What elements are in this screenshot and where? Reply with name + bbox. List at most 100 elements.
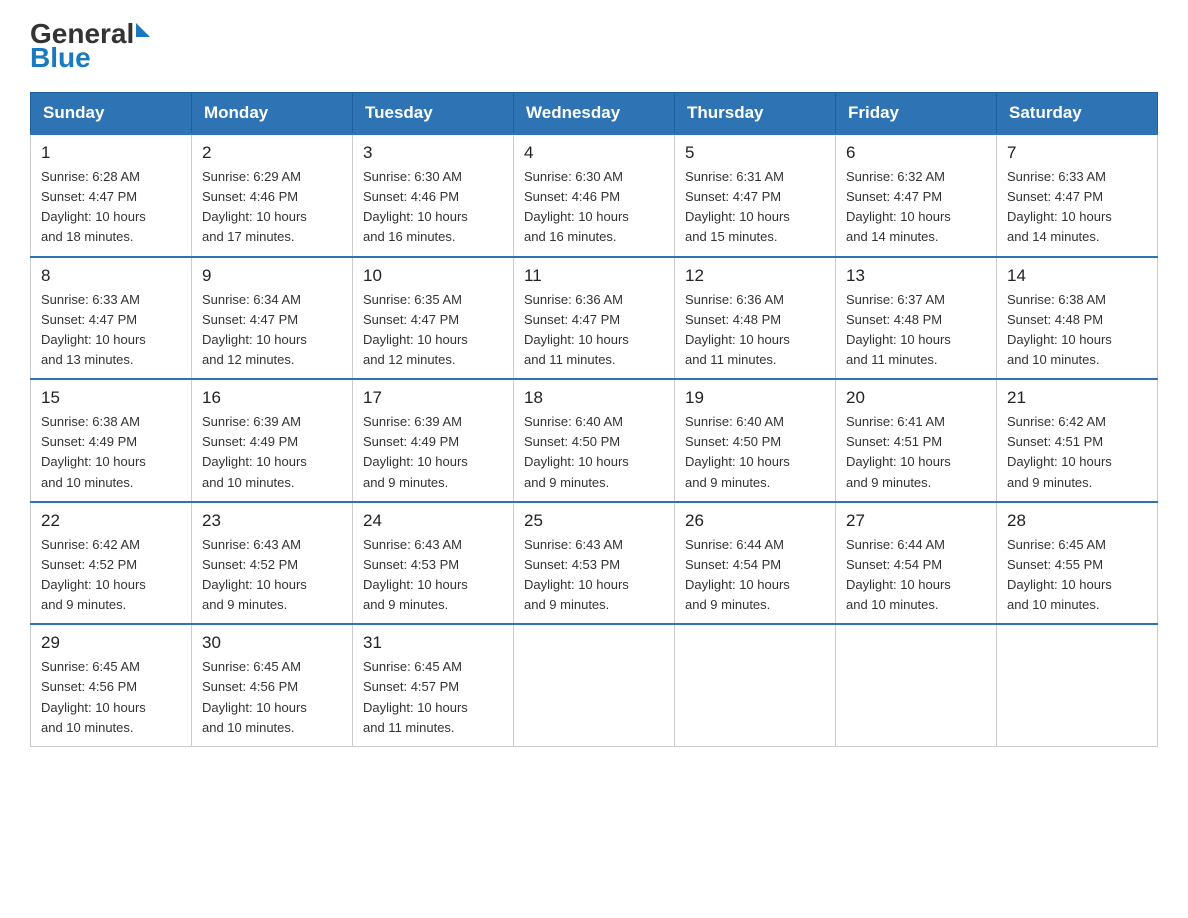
day-info: Sunrise: 6:32 AMSunset: 4:47 PMDaylight:… bbox=[846, 167, 986, 248]
table-row: 16 Sunrise: 6:39 AMSunset: 4:49 PMDayligh… bbox=[192, 379, 353, 502]
logo: General Blue bbox=[30, 20, 150, 72]
col-sunday: Sunday bbox=[31, 93, 192, 135]
calendar-week-row: 29 Sunrise: 6:45 AMSunset: 4:56 PMDayligh… bbox=[31, 624, 1158, 746]
table-row: 19Sunrise: 6:40 AMSunset: 4:50 PMDayligh… bbox=[675, 379, 836, 502]
day-number: 11 bbox=[524, 266, 664, 286]
day-info: Sunrise: 6:39 AMSunset: 4:49 PMDaylight:… bbox=[363, 412, 503, 493]
day-number: 31 bbox=[363, 633, 503, 653]
day-info: Sunrise: 6:33 AMSunset: 4:47 PMDaylight:… bbox=[1007, 167, 1147, 248]
day-info: Sunrise: 6:44 AMSunset: 4:54 PMDaylight:… bbox=[846, 535, 986, 616]
day-number: 12 bbox=[685, 266, 825, 286]
day-info: Sunrise: 6:41 AMSunset: 4:51 PMDaylight:… bbox=[846, 412, 986, 493]
table-row: 15Sunrise: 6:38 AMSunset: 4:49 PMDayligh… bbox=[31, 379, 192, 502]
calendar-header-row: Sunday Monday Tuesday Wednesday Thursday… bbox=[31, 93, 1158, 135]
table-row: 2Sunrise: 6:29 AMSunset: 4:46 PMDaylight… bbox=[192, 134, 353, 257]
day-number: 30 bbox=[202, 633, 342, 653]
calendar-week-row: 22 Sunrise: 6:42 AMSunset: 4:52 PMDayligh… bbox=[31, 502, 1158, 625]
table-row: 8Sunrise: 6:33 AMSunset: 4:47 PMDaylight… bbox=[31, 257, 192, 380]
day-number: 26 bbox=[685, 511, 825, 531]
day-info: Sunrise: 6:28 AMSunset: 4:47 PMDaylight:… bbox=[41, 167, 181, 248]
col-monday: Monday bbox=[192, 93, 353, 135]
day-info: Sunrise: 6:42 AMSunset: 4:51 PMDaylight:… bbox=[1007, 412, 1147, 493]
day-number: 29 bbox=[41, 633, 181, 653]
day-number: 4 bbox=[524, 143, 664, 163]
day-number: 7 bbox=[1007, 143, 1147, 163]
day-number: 25 bbox=[524, 511, 664, 531]
table-row: 27 Sunrise: 6:44 AMSunset: 4:54 PMDayligh… bbox=[836, 502, 997, 625]
day-info: Sunrise: 6:40 AMSunset: 4:50 PMDaylight:… bbox=[685, 412, 825, 493]
day-info: Sunrise: 6:36 AMSunset: 4:48 PMDaylight:… bbox=[685, 290, 825, 371]
day-info: Sunrise: 6:43 AMSunset: 4:53 PMDaylight:… bbox=[363, 535, 503, 616]
day-info: Sunrise: 6:39 AMSunset: 4:49 PMDaylight:… bbox=[202, 412, 342, 493]
table-row: 14Sunrise: 6:38 AMSunset: 4:48 PMDayligh… bbox=[997, 257, 1158, 380]
table-row: 24 Sunrise: 6:43 AMSunset: 4:53 PMDayligh… bbox=[353, 502, 514, 625]
table-row: 21 Sunrise: 6:42 AMSunset: 4:51 PMDayligh… bbox=[997, 379, 1158, 502]
table-row: 31 Sunrise: 6:45 AMSunset: 4:57 PMDayligh… bbox=[353, 624, 514, 746]
logo-text-blue: Blue bbox=[30, 44, 91, 72]
table-row: 6 Sunrise: 6:32 AMSunset: 4:47 PMDaylight… bbox=[836, 134, 997, 257]
table-row: 25 Sunrise: 6:43 AMSunset: 4:53 PMDayligh… bbox=[514, 502, 675, 625]
table-row: 12 Sunrise: 6:36 AMSunset: 4:48 PMDayligh… bbox=[675, 257, 836, 380]
day-info: Sunrise: 6:35 AMSunset: 4:47 PMDaylight:… bbox=[363, 290, 503, 371]
day-number: 13 bbox=[846, 266, 986, 286]
logo-arrow-icon bbox=[136, 23, 150, 37]
day-info: Sunrise: 6:44 AMSunset: 4:54 PMDaylight:… bbox=[685, 535, 825, 616]
day-number: 10 bbox=[363, 266, 503, 286]
col-saturday: Saturday bbox=[997, 93, 1158, 135]
day-info: Sunrise: 6:45 AMSunset: 4:56 PMDaylight:… bbox=[41, 657, 181, 738]
day-info: Sunrise: 6:43 AMSunset: 4:52 PMDaylight:… bbox=[202, 535, 342, 616]
table-row: 5 Sunrise: 6:31 AMSunset: 4:47 PMDaylight… bbox=[675, 134, 836, 257]
table-row bbox=[997, 624, 1158, 746]
table-row: 26 Sunrise: 6:44 AMSunset: 4:54 PMDayligh… bbox=[675, 502, 836, 625]
table-row: 4 Sunrise: 6:30 AMSunset: 4:46 PMDaylight… bbox=[514, 134, 675, 257]
day-number: 23 bbox=[202, 511, 342, 531]
table-row: 23 Sunrise: 6:43 AMSunset: 4:52 PMDayligh… bbox=[192, 502, 353, 625]
day-info: Sunrise: 6:37 AMSunset: 4:48 PMDaylight:… bbox=[846, 290, 986, 371]
table-row: 1 Sunrise: 6:28 AMSunset: 4:47 PMDaylight… bbox=[31, 134, 192, 257]
table-row bbox=[836, 624, 997, 746]
table-row: 9Sunrise: 6:34 AMSunset: 4:47 PMDaylight… bbox=[192, 257, 353, 380]
day-info: Sunrise: 6:34 AMSunset: 4:47 PMDaylight:… bbox=[202, 290, 342, 371]
day-number: 6 bbox=[846, 143, 986, 163]
col-tuesday: Tuesday bbox=[353, 93, 514, 135]
table-row: 20Sunrise: 6:41 AMSunset: 4:51 PMDayligh… bbox=[836, 379, 997, 502]
day-info: Sunrise: 6:38 AMSunset: 4:49 PMDaylight:… bbox=[41, 412, 181, 493]
day-info: Sunrise: 6:31 AMSunset: 4:47 PMDaylight:… bbox=[685, 167, 825, 248]
table-row: 28Sunrise: 6:45 AMSunset: 4:55 PMDayligh… bbox=[997, 502, 1158, 625]
table-row: 10 Sunrise: 6:35 AMSunset: 4:47 PMDayligh… bbox=[353, 257, 514, 380]
table-row: 22 Sunrise: 6:42 AMSunset: 4:52 PMDayligh… bbox=[31, 502, 192, 625]
day-info: Sunrise: 6:40 AMSunset: 4:50 PMDaylight:… bbox=[524, 412, 664, 493]
day-info: Sunrise: 6:30 AMSunset: 4:46 PMDaylight:… bbox=[524, 167, 664, 248]
day-info: Sunrise: 6:43 AMSunset: 4:53 PMDaylight:… bbox=[524, 535, 664, 616]
col-thursday: Thursday bbox=[675, 93, 836, 135]
table-row: 13 Sunrise: 6:37 AMSunset: 4:48 PMDayligh… bbox=[836, 257, 997, 380]
table-row: 18 Sunrise: 6:40 AMSunset: 4:50 PMDayligh… bbox=[514, 379, 675, 502]
day-number: 21 bbox=[1007, 388, 1147, 408]
day-info: Sunrise: 6:45 AMSunset: 4:55 PMDaylight:… bbox=[1007, 535, 1147, 616]
day-info: Sunrise: 6:36 AMSunset: 4:47 PMDaylight:… bbox=[524, 290, 664, 371]
day-info: Sunrise: 6:42 AMSunset: 4:52 PMDaylight:… bbox=[41, 535, 181, 616]
calendar-week-row: 8Sunrise: 6:33 AMSunset: 4:47 PMDaylight… bbox=[31, 257, 1158, 380]
table-row: 17 Sunrise: 6:39 AMSunset: 4:49 PMDayligh… bbox=[353, 379, 514, 502]
day-number: 18 bbox=[524, 388, 664, 408]
day-number: 22 bbox=[41, 511, 181, 531]
day-number: 27 bbox=[846, 511, 986, 531]
day-info: Sunrise: 6:29 AMSunset: 4:46 PMDaylight:… bbox=[202, 167, 342, 248]
page-header: General Blue bbox=[30, 20, 1158, 72]
table-row: 11 Sunrise: 6:36 AMSunset: 4:47 PMDayligh… bbox=[514, 257, 675, 380]
table-row: 7 Sunrise: 6:33 AMSunset: 4:47 PMDaylight… bbox=[997, 134, 1158, 257]
day-number: 1 bbox=[41, 143, 181, 163]
day-number: 17 bbox=[363, 388, 503, 408]
day-info: Sunrise: 6:45 AMSunset: 4:56 PMDaylight:… bbox=[202, 657, 342, 738]
table-row: 30 Sunrise: 6:45 AMSunset: 4:56 PMDayligh… bbox=[192, 624, 353, 746]
day-info: Sunrise: 6:45 AMSunset: 4:57 PMDaylight:… bbox=[363, 657, 503, 738]
day-number: 16 bbox=[202, 388, 342, 408]
day-number: 24 bbox=[363, 511, 503, 531]
calendar-table: Sunday Monday Tuesday Wednesday Thursday… bbox=[30, 92, 1158, 747]
table-row: 3Sunrise: 6:30 AMSunset: 4:46 PMDaylight… bbox=[353, 134, 514, 257]
table-row bbox=[675, 624, 836, 746]
col-wednesday: Wednesday bbox=[514, 93, 675, 135]
calendar-week-row: 1 Sunrise: 6:28 AMSunset: 4:47 PMDaylight… bbox=[31, 134, 1158, 257]
day-number: 5 bbox=[685, 143, 825, 163]
day-number: 14 bbox=[1007, 266, 1147, 286]
